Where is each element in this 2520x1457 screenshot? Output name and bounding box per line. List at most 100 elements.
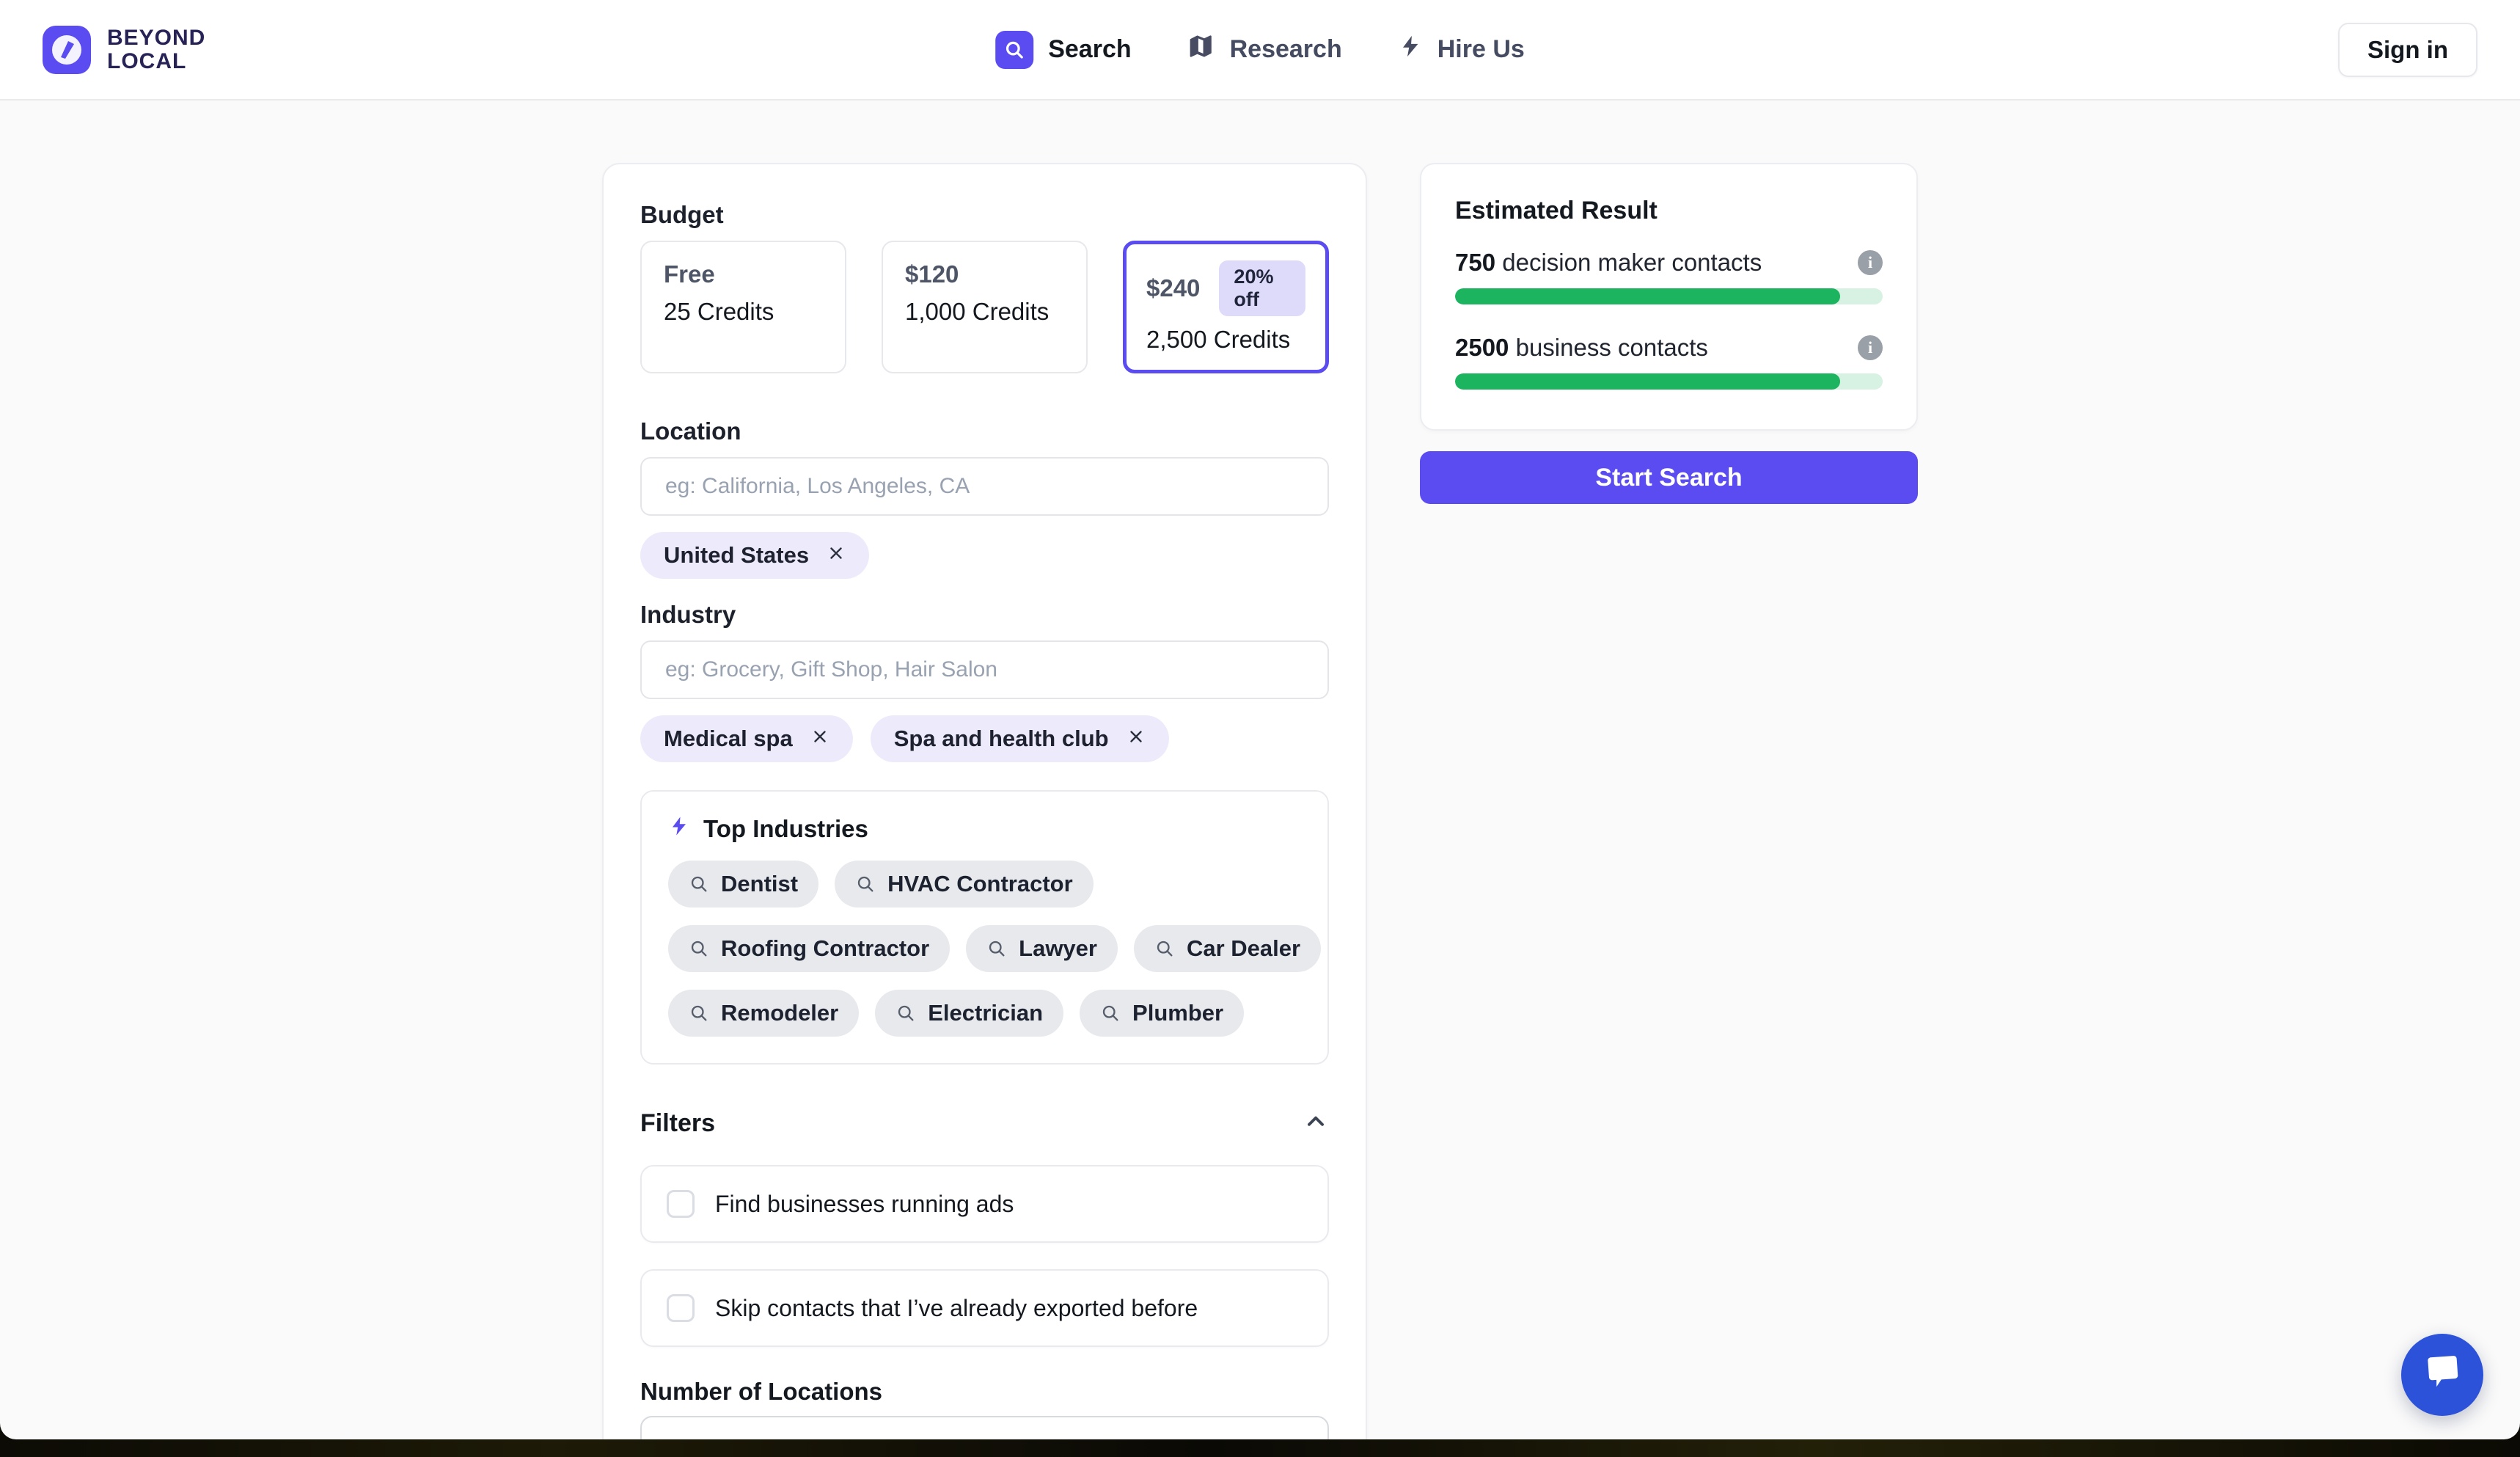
search-icon	[995, 31, 1033, 69]
header: BEYOND LOCAL Search Research	[0, 0, 2520, 101]
industry-label: Industry	[640, 601, 1329, 629]
start-search-label: Start Search	[1595, 464, 1742, 492]
bolt-icon	[1398, 34, 1423, 65]
filters-title: Filters	[640, 1109, 715, 1138]
filter-label: Find businesses running ads	[715, 1191, 1014, 1218]
budget-price: $120	[905, 260, 959, 288]
map-icon	[1187, 32, 1215, 67]
remove-icon[interactable]	[827, 542, 846, 569]
nav-item-research[interactable]: Research	[1187, 32, 1342, 67]
top-industry-dentist[interactable]: Dentist	[668, 861, 818, 908]
budget-credits: 1,000 Credits	[905, 298, 1064, 326]
nav-label-search: Search	[1048, 35, 1131, 64]
top-industry-lawyer[interactable]: Lawyer	[966, 925, 1118, 972]
industry-chip-spa-health-club[interactable]: Spa and health club	[871, 715, 1169, 762]
app-sheet: BEYOND LOCAL Search Research	[0, 0, 2520, 1439]
estimate-column: Estimated Result 750 decision maker cont…	[1420, 163, 1918, 504]
budget-option-free[interactable]: Free 25 Credits	[640, 241, 846, 373]
top-industry-roofing-contractor[interactable]: Roofing Contractor	[668, 925, 950, 972]
estimated-result-title: Estimated Result	[1455, 197, 1883, 225]
compass-icon	[43, 26, 91, 74]
brand-line2: LOCAL	[107, 50, 205, 73]
chip-label: Spa and health club	[894, 726, 1109, 752]
info-icon[interactable]: i	[1858, 335, 1883, 360]
budget-price: Free	[664, 260, 715, 288]
top-industry-hvac-contractor[interactable]: HVAC Contractor	[835, 861, 1094, 908]
chat-bubble-icon	[2421, 1354, 2464, 1396]
brand-logo[interactable]: BEYOND LOCAL	[43, 26, 205, 74]
discount-badge: 20% off	[1219, 260, 1305, 316]
top-industries-card: Top Industries Dentist HVAC Contractor	[640, 790, 1329, 1065]
brand-name: BEYOND LOCAL	[107, 26, 205, 73]
chip-label: Plumber	[1132, 1000, 1223, 1026]
checkbox-running-ads[interactable]	[667, 1190, 695, 1218]
nav-item-hire-us[interactable]: Hire Us	[1398, 34, 1525, 65]
chip-label: Medical spa	[664, 726, 793, 752]
budget-label: Budget	[640, 201, 1329, 229]
location-chips: United States	[640, 532, 1329, 579]
budget-option-120[interactable]: $120 1,000 Credits	[882, 241, 1088, 373]
location-chip-united-states[interactable]: United States	[640, 532, 869, 579]
top-industry-remodeler[interactable]: Remodeler	[668, 990, 859, 1037]
number-of-locations-select[interactable]: Any	[640, 1416, 1329, 1439]
info-icon[interactable]: i	[1858, 250, 1883, 275]
chip-label: HVAC Contractor	[887, 871, 1073, 897]
search-form-card: Budget Free 25 Credits $120 1,000 Credit…	[602, 163, 1367, 1439]
main-nav: Search Research Hire Us	[995, 31, 1525, 69]
main-content: Budget Free 25 Credits $120 1,000 Credit…	[0, 163, 2520, 1439]
industry-input[interactable]	[640, 640, 1329, 699]
remove-icon[interactable]	[810, 726, 829, 752]
number-of-locations-label: Number of Locations	[640, 1378, 1329, 1406]
industry-chips: Medical spa Spa and health club	[640, 715, 1329, 762]
brand-line1: BEYOND	[107, 26, 205, 50]
budget-credits: 25 Credits	[664, 298, 823, 326]
top-industries-title: Top Industries	[703, 815, 868, 843]
top-industry-plumber[interactable]: Plumber	[1080, 990, 1244, 1037]
chip-label: Lawyer	[1019, 935, 1097, 962]
chevron-down-icon	[1278, 1434, 1303, 1439]
top-industry-car-dealer[interactable]: Car Dealer	[1134, 925, 1321, 972]
chip-label: Electrician	[928, 1000, 1043, 1026]
chat-button[interactable]	[2401, 1334, 2483, 1416]
chip-label: Car Dealer	[1187, 935, 1300, 962]
budget-options: Free 25 Credits $120 1,000 Credits $240 …	[640, 241, 1329, 373]
filter-label: Skip contacts that I’ve already exported…	[715, 1295, 1198, 1322]
filter-option-running-ads[interactable]: Find businesses running ads	[640, 1165, 1329, 1243]
decision-maker-progress-track	[1455, 288, 1883, 304]
bolt-icon	[668, 815, 690, 843]
budget-credits: 2,500 Credits	[1146, 326, 1305, 354]
business-count: 2500	[1455, 334, 1509, 361]
business-label: business contacts	[1516, 334, 1708, 361]
info-glyph: i	[1868, 253, 1872, 272]
top-industry-electrician[interactable]: Electrician	[875, 990, 1063, 1037]
select-value: Any	[667, 1436, 706, 1439]
business-progress-track	[1455, 373, 1883, 390]
location-label: Location	[640, 417, 1329, 445]
business-contacts-text: 2500 business contacts	[1455, 334, 1708, 362]
chip-label: Dentist	[721, 871, 798, 897]
budget-price: $240	[1146, 274, 1200, 302]
location-input[interactable]	[640, 457, 1329, 516]
nav-label-research: Research	[1230, 35, 1342, 64]
sign-in-button[interactable]: Sign in	[2338, 23, 2477, 77]
budget-option-240-selected[interactable]: $240 20% off 2,500 Credits	[1123, 241, 1329, 373]
business-progress-fill	[1455, 373, 1840, 390]
start-search-button[interactable]: Start Search	[1420, 451, 1918, 504]
chevron-up-icon[interactable]	[1303, 1109, 1329, 1139]
decision-maker-contacts-text: 750 decision maker contacts	[1455, 249, 1762, 277]
industry-chip-medical-spa[interactable]: Medical spa	[640, 715, 853, 762]
remove-icon[interactable]	[1127, 726, 1146, 752]
chip-label: United States	[664, 542, 809, 569]
decision-maker-count: 750	[1455, 249, 1495, 276]
decision-maker-progress-fill	[1455, 288, 1840, 304]
sign-in-label: Sign in	[2367, 36, 2448, 64]
nav-label-hire-us: Hire Us	[1437, 35, 1525, 64]
checkbox-skip-exported[interactable]	[667, 1294, 695, 1322]
chip-label: Remodeler	[721, 1000, 838, 1026]
nav-item-search[interactable]: Search	[995, 31, 1131, 69]
filter-option-skip-exported[interactable]: Skip contacts that I’ve already exported…	[640, 1269, 1329, 1347]
chip-label: Roofing Contractor	[721, 935, 929, 962]
info-glyph: i	[1868, 338, 1872, 357]
decision-maker-label: decision maker contacts	[1502, 249, 1762, 276]
estimated-result-card: Estimated Result 750 decision maker cont…	[1420, 163, 1918, 431]
